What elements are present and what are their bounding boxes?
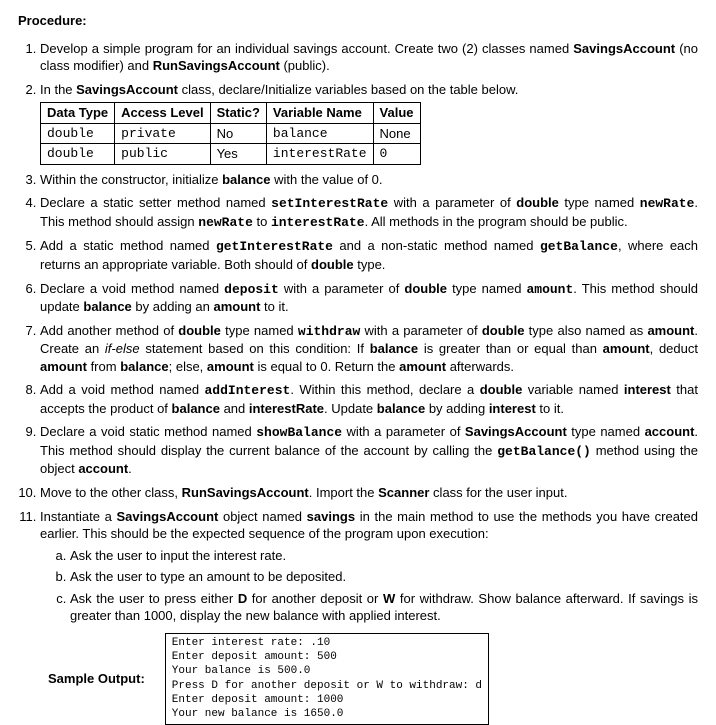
step-6: Declare a void method named deposit with… <box>40 280 698 316</box>
step-7: Add another method of double type named … <box>40 322 698 376</box>
sub-steps: Ask the user to input the interest rate.… <box>70 547 698 625</box>
step-2: In the SavingsAccount class, declare/Ini… <box>40 81 698 165</box>
step-4: Declare a static setter method named set… <box>40 194 698 231</box>
variables-table: Data Type Access Level Static? Variable … <box>40 102 421 165</box>
th-data-type: Data Type <box>41 103 115 124</box>
table-row: double public Yes interestRate 0 <box>41 144 421 165</box>
sample-output-label: Sample Output: <box>48 670 145 688</box>
step-5: Add a static method named getInterestRat… <box>40 237 698 273</box>
table-row: double private No balance None <box>41 123 421 144</box>
procedure-heading: Procedure: <box>18 12 698 30</box>
sample-output-section: Sample Output: Enter interest rate: .10 … <box>48 633 698 725</box>
procedure-list: Develop a simple program for an individu… <box>40 40 698 625</box>
step-8: Add a void method named addInterest. Wit… <box>40 381 698 417</box>
th-value: Value <box>373 103 420 124</box>
substep-b: Ask the user to type an amount to be dep… <box>70 568 698 586</box>
th-var-name: Variable Name <box>266 103 373 124</box>
step-3: Within the constructor, initialize balan… <box>40 171 698 189</box>
th-access-level: Access Level <box>115 103 210 124</box>
sample-output-box: Enter interest rate: .10 Enter deposit a… <box>165 633 489 725</box>
th-static: Static? <box>210 103 266 124</box>
step-11: Instantiate a SavingsAccount object name… <box>40 508 698 625</box>
table-header-row: Data Type Access Level Static? Variable … <box>41 103 421 124</box>
substep-a: Ask the user to input the interest rate. <box>70 547 698 565</box>
step-9: Declare a void static method named showB… <box>40 423 698 478</box>
step-10: Move to the other class, RunSavingsAccou… <box>40 484 698 502</box>
step-1: Develop a simple program for an individu… <box>40 40 698 75</box>
substep-c: Ask the user to press either D for anoth… <box>70 590 698 625</box>
